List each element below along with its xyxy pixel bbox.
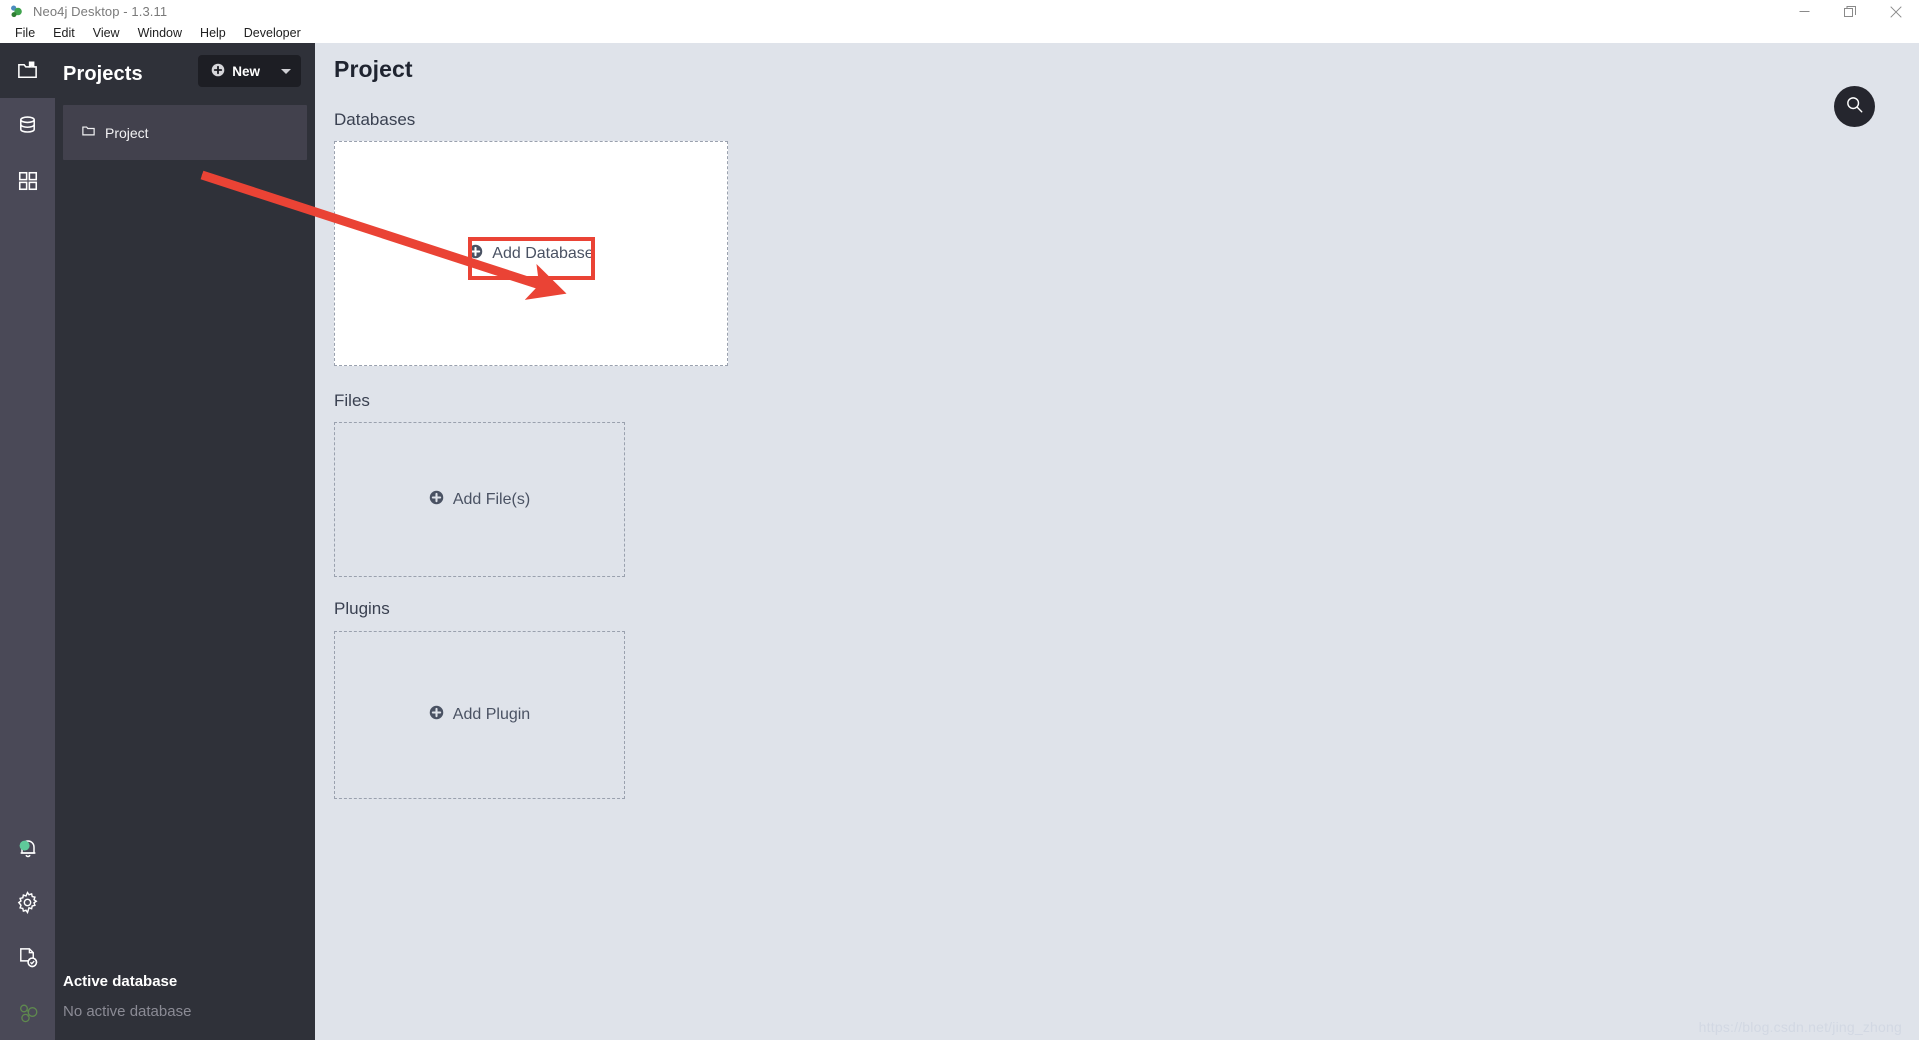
menu-item-view[interactable]: View <box>84 24 129 42</box>
chevron-down-icon <box>281 68 291 74</box>
plus-circle-icon <box>211 63 225 80</box>
minimize-button[interactable] <box>1781 0 1827 23</box>
rail-item-projects[interactable] <box>0 43 55 98</box>
folder-bookmark-icon <box>16 59 39 82</box>
section-label-files: Files <box>334 391 370 410</box>
new-button-group[interactable]: New <box>198 55 301 87</box>
window-controls <box>1781 0 1919 23</box>
bell-icon <box>16 836 40 860</box>
close-button[interactable] <box>1873 0 1919 23</box>
search-icon <box>1845 95 1864 119</box>
menubar: File Edit View Window Help Developer <box>0 23 1919 43</box>
neo4j-graph-icon <box>16 1001 40 1025</box>
projects-sidebar: Projects New Project Active database No … <box>55 43 315 1040</box>
window-titlebar: Neo4j Desktop - 1.3.11 <box>0 0 1919 23</box>
grid-apps-icon <box>17 170 39 192</box>
rail-item-settings[interactable] <box>0 875 55 930</box>
neo4j-logo-icon <box>9 4 24 19</box>
new-button[interactable]: New <box>198 55 271 87</box>
plus-circle-icon <box>429 705 444 725</box>
project-list: Project <box>55 105 315 160</box>
main-content: Project Databases Add Database Files Add… <box>315 43 1919 1040</box>
project-list-item[interactable]: Project <box>63 105 307 160</box>
section-label-databases: Databases <box>334 110 416 129</box>
menu-item-edit[interactable]: Edit <box>44 24 84 42</box>
files-dropzone[interactable]: Add File(s) <box>334 422 625 577</box>
plus-circle-icon <box>468 244 483 264</box>
rail-bottom-group <box>0 820 55 1040</box>
add-files-label: Add File(s) <box>452 490 531 508</box>
app-body: Projects New Project Active database No … <box>0 43 1919 1040</box>
add-files-button[interactable]: Add File(s) <box>335 490 624 510</box>
add-database-button[interactable]: Add Database <box>335 244 727 264</box>
search-button[interactable] <box>1834 86 1875 127</box>
active-database-panel: Active database No active database <box>55 973 315 1040</box>
rail-item-graph-apps[interactable] <box>0 153 55 208</box>
menu-item-window[interactable]: Window <box>129 24 191 42</box>
projects-header: Projects New <box>55 43 315 105</box>
database-icon <box>16 114 39 137</box>
add-database-label: Add Database <box>492 244 594 262</box>
watermark: https://blog.csdn.net/jing_zhong <box>1698 1019 1902 1035</box>
navigation-rail <box>0 43 55 1040</box>
active-database-title: Active database <box>63 973 178 990</box>
rail-item-databases[interactable] <box>0 98 55 153</box>
rail-item-neo4j-brand[interactable] <box>0 985 55 1040</box>
rail-item-notifications[interactable] <box>0 820 55 875</box>
folder-icon <box>81 123 96 143</box>
new-button-label: New <box>232 63 260 79</box>
menu-item-help[interactable]: Help <box>191 24 235 42</box>
add-plugin-label: Add Plugin <box>452 706 531 723</box>
add-plugin-button[interactable]: Add Plugin <box>335 705 624 725</box>
gear-icon <box>16 891 39 914</box>
menu-item-file[interactable]: File <box>6 24 44 42</box>
project-name: Project <box>105 124 149 141</box>
projects-title: Projects <box>63 62 143 85</box>
plus-circle-icon <box>429 490 444 510</box>
window-title: Neo4j Desktop - 1.3.11 <box>33 4 168 19</box>
active-database-value: No active database <box>63 1003 192 1020</box>
rail-item-software-license[interactable] <box>0 930 55 985</box>
menu-item-developer[interactable]: Developer <box>235 24 310 42</box>
section-label-plugins: Plugins <box>334 599 390 618</box>
new-button-dropdown[interactable] <box>271 55 301 87</box>
page-title: Project <box>334 56 413 82</box>
document-check-icon <box>16 946 39 969</box>
plugins-dropzone[interactable]: Add Plugin <box>334 631 625 799</box>
maximize-button[interactable] <box>1827 0 1873 23</box>
databases-dropzone[interactable]: Add Database <box>334 141 728 366</box>
